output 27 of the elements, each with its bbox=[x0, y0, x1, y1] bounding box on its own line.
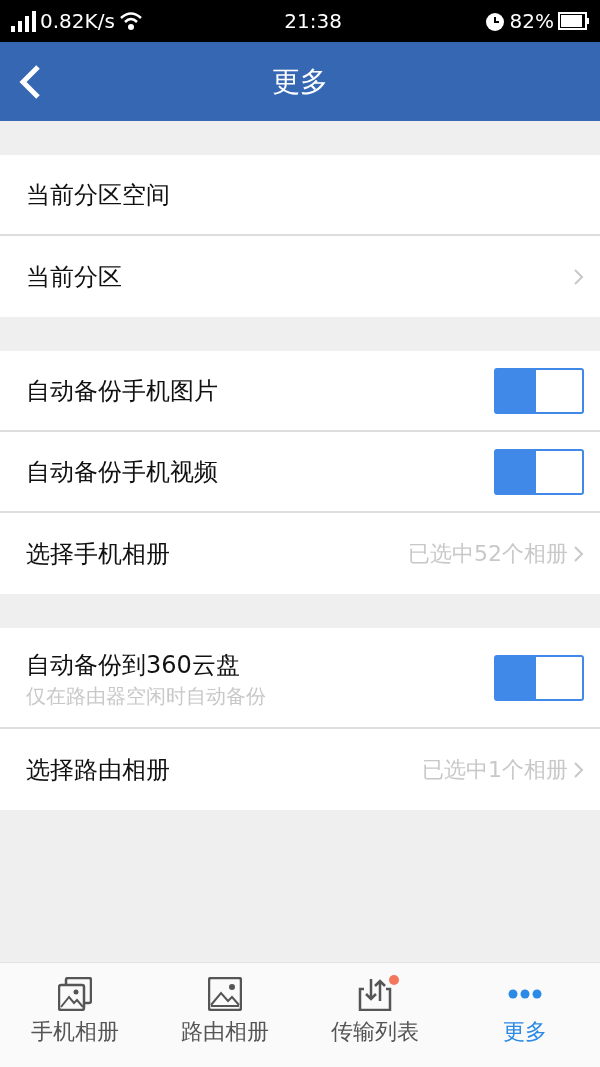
page-title: 更多 bbox=[272, 63, 328, 100]
back-button[interactable] bbox=[18, 64, 42, 100]
wifi-icon bbox=[118, 10, 143, 32]
photos-icon bbox=[58, 977, 92, 1011]
setting-label: 选择手机相册 bbox=[26, 538, 170, 570]
tab-button[interactable]: 手机相册 bbox=[0, 963, 150, 1067]
alarm-icon bbox=[483, 10, 506, 32]
setting-label: 选择路由相册 bbox=[26, 754, 170, 786]
battery-percent: 82% bbox=[509, 8, 554, 35]
upload-download-icon bbox=[358, 977, 392, 1011]
network-speed: 0.82K/s bbox=[40, 8, 115, 35]
clock: 21:38 bbox=[284, 8, 342, 35]
setting-label: 当前分区空间 bbox=[26, 179, 170, 211]
back-icon bbox=[18, 64, 42, 100]
setting-label: 自动备份手机视频 bbox=[26, 456, 218, 488]
battery-icon bbox=[558, 11, 590, 31]
toggle-switch[interactable] bbox=[494, 448, 584, 495]
signal-icon bbox=[10, 10, 36, 32]
toggle-switch[interactable] bbox=[494, 367, 584, 414]
tab-button[interactable]: 传输列表 bbox=[300, 963, 450, 1067]
setting-label: 自动备份到360云盘 bbox=[26, 649, 241, 681]
toggle-switch[interactable] bbox=[494, 654, 584, 701]
tab-button[interactable]: 路由相册 bbox=[150, 963, 300, 1067]
picture-icon bbox=[208, 977, 242, 1011]
more-icon bbox=[508, 989, 542, 999]
setting-label: 自动备份手机图片 bbox=[26, 375, 218, 407]
setting-label: 当前分区 bbox=[26, 261, 122, 293]
